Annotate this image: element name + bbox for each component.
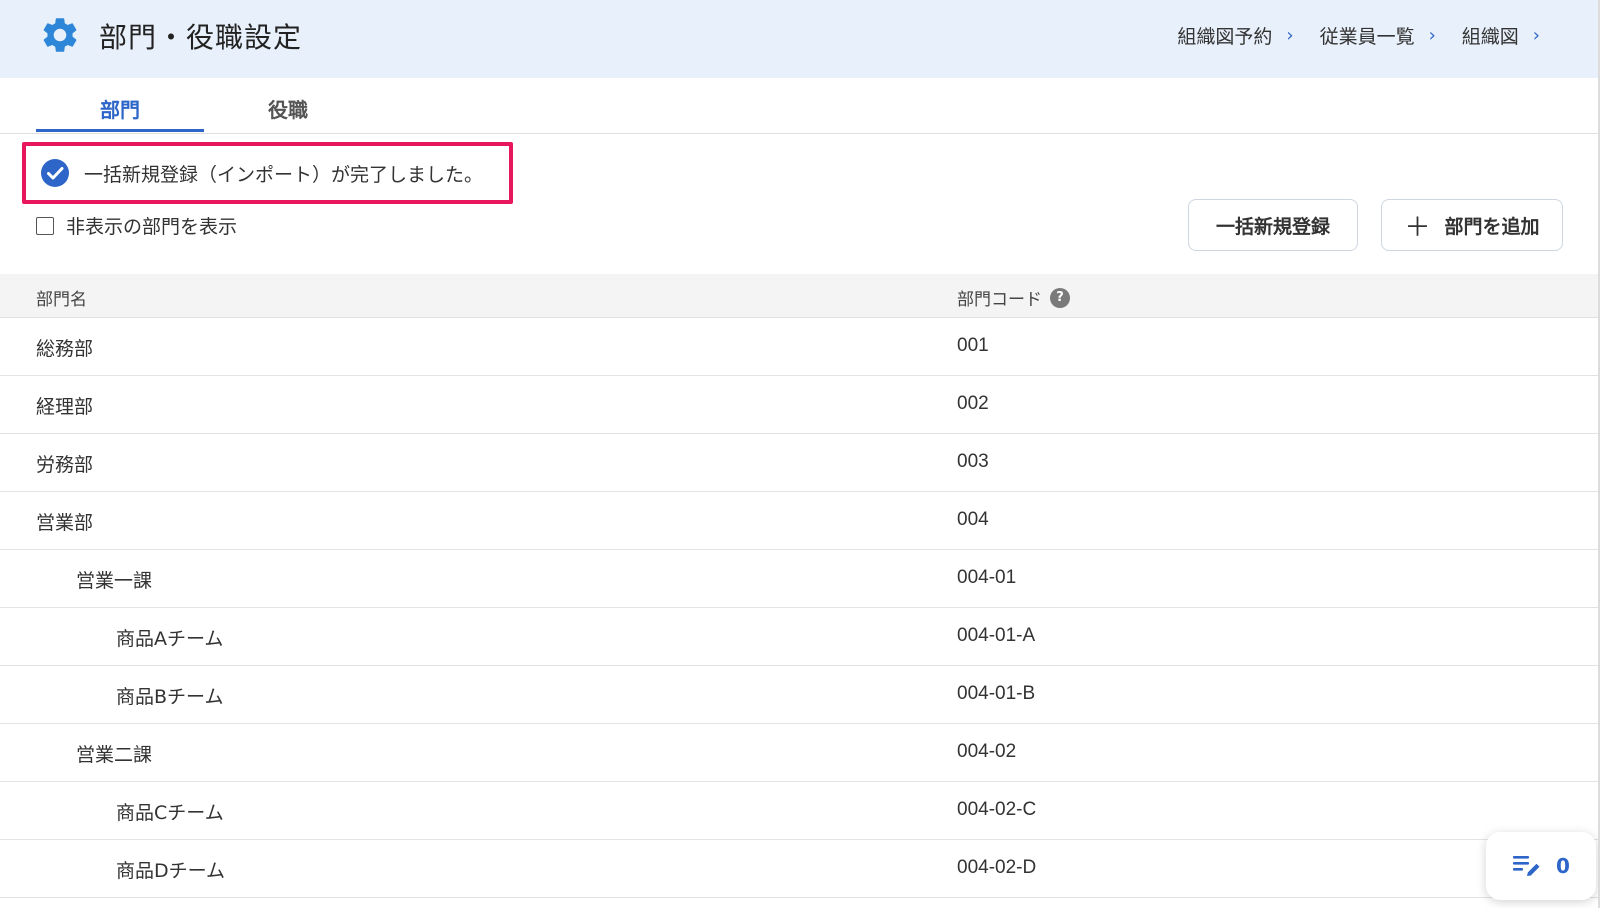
page-header: 部門・役職設定 組織図予約 › 従業員一覧 › 組織図 › [0,0,1600,78]
table-row[interactable]: 商品Dチーム 004-02-D [0,840,1600,898]
bulk-register-label: 一括新規登録 [1215,215,1330,238]
department-table-body: 総務部 001 経理部 002 労務部 003 営業部 004 営業一課 004… [0,318,1600,898]
breadcrumb: 組織図予約 › 従業員一覧 › 組織図 › [1151,22,1540,49]
column-header-name-label: 部門名 [36,290,87,310]
table-row[interactable]: 商品Cチーム 004-02-C [0,782,1600,840]
department-code: 004-02-C [957,799,1037,820]
department-name: 商品Dチーム [116,860,226,882]
table-row[interactable]: 商品Bチーム 004-01-B [0,666,1600,724]
chevron-right-icon: › [1532,25,1540,46]
department-name: 商品Aチーム [116,628,224,650]
table-row[interactable]: 商品Aチーム 004-01-A [0,608,1600,666]
breadcrumb-label: 従業員一覧 [1319,26,1415,48]
check-circle-icon [41,159,69,187]
add-department-label: 部門を追加 [1444,215,1540,238]
tab-positions[interactable]: 役職 [204,94,372,123]
department-code: 004-02 [957,741,1017,762]
page-title: 部門・役職設定 [99,21,303,54]
department-name: 商品Cチーム [116,802,224,824]
breadcrumb-link-org-chart[interactable]: 組織図 › [1462,22,1540,49]
edit-list-floating-button[interactable]: 0 [1486,832,1596,900]
department-code: 002 [957,393,989,414]
pending-count: 0 [1556,854,1570,878]
tab-departments[interactable]: 部門 [36,94,204,123]
show-hidden-checkbox[interactable] [36,216,54,235]
chevron-right-icon: › [1286,25,1294,46]
add-department-button[interactable]: ＋ 部門を追加 [1381,199,1563,251]
edit-list-icon [1513,856,1540,876]
tab-bar: 部門 役職 [0,78,1600,134]
column-header-code-label: 部門コード [957,290,1042,310]
gear-icon [43,18,77,52]
bulk-register-button[interactable]: 一括新規登録 [1188,199,1358,251]
help-icon[interactable]: ? [1050,287,1070,308]
department-name: 経理部 [36,396,94,418]
department-code: 003 [957,451,989,472]
show-hidden-label: 非表示の部門を表示 [66,216,238,238]
breadcrumb-label: 組織図予約 [1177,26,1273,48]
breadcrumb-link-employee-list[interactable]: 従業員一覧 › [1320,22,1436,49]
table-row[interactable]: 労務部 003 [0,434,1600,492]
table-header: 部門名 部門コード ? [0,274,1600,318]
table-row[interactable]: 営業一課 004-01 [0,550,1600,608]
active-tab-indicator [36,129,204,132]
department-code: 004-01-B [957,683,1036,704]
department-name: 総務部 [36,338,94,360]
table-row[interactable]: 営業部 004 [0,492,1600,550]
department-code: 004-01-A [957,625,1036,646]
department-code: 004-01 [957,567,1017,588]
department-code: 001 [957,335,989,356]
import-complete-notice: 一括新規登録（インポート）が完了しました。 [22,142,513,204]
department-name: 営業一課 [76,570,153,592]
department-name: 労務部 [36,454,94,476]
table-row[interactable]: 経理部 002 [0,376,1600,434]
department-name: 営業部 [36,512,94,534]
department-code: 004-02-D [957,857,1037,878]
chevron-right-icon: › [1428,25,1436,46]
column-header-code: 部門コード ? [957,285,1070,310]
table-row[interactable]: 総務部 001 [0,318,1600,376]
department-name: 営業二課 [76,744,153,766]
plus-icon: ＋ [1404,212,1431,243]
breadcrumb-link-org-chart-reservation[interactable]: 組織図予約 › [1177,22,1293,49]
column-header-name: 部門名 [36,285,87,310]
department-code: 004 [957,509,989,530]
notice-message: 一括新規登録（インポート）が完了しました。 [84,163,484,186]
breadcrumb-label: 組織図 [1461,26,1519,48]
department-name: 商品Bチーム [116,686,224,708]
show-hidden-departments-toggle[interactable]: 非表示の部門を表示 [36,212,237,239]
table-row[interactable]: 営業二課 004-02 [0,724,1600,782]
